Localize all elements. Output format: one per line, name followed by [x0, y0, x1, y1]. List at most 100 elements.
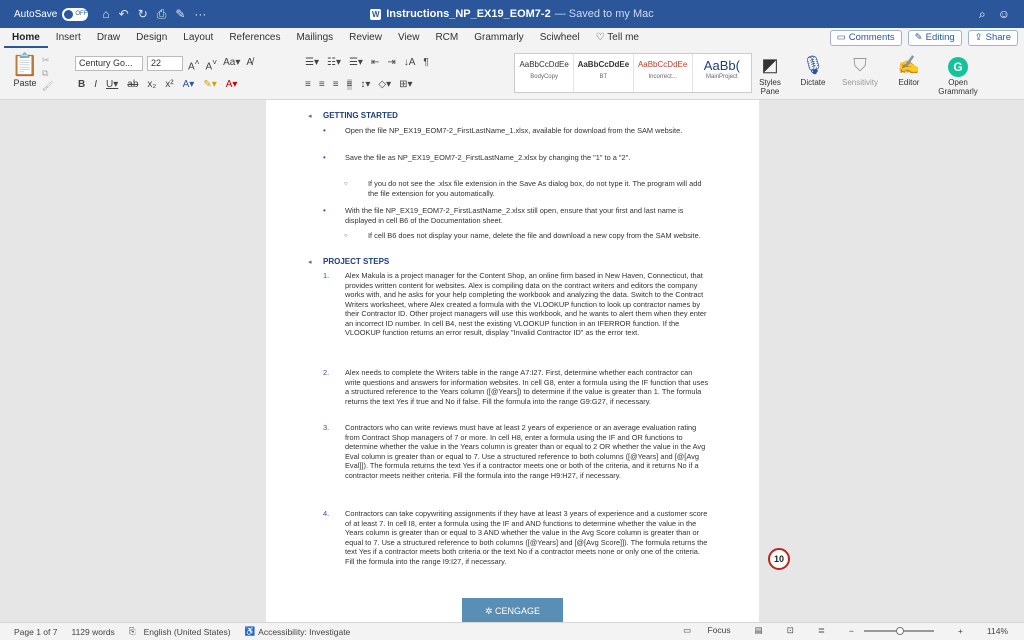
font-color-icon[interactable]: A▾: [226, 79, 238, 90]
bold-icon[interactable]: B: [78, 79, 85, 90]
account-icon[interactable]: ☺: [998, 7, 1010, 22]
tell-me-label: Tell me: [607, 32, 639, 43]
line-spacing-icon[interactable]: ↕▾: [360, 79, 370, 90]
print-icon[interactable]: ⎙: [157, 7, 167, 22]
home-icon[interactable]: ⌂: [102, 7, 109, 22]
numbering-icon[interactable]: ☷▾: [327, 57, 341, 68]
style-bt[interactable]: AaBbCcDdEe BT: [574, 54, 634, 92]
align-right-icon[interactable]: ≡: [333, 79, 339, 90]
tab-sciwheel[interactable]: Sciwheel: [532, 28, 588, 48]
accessibility-icon: ♿: [244, 626, 256, 636]
dictate-button[interactable]: 🎙 Dictate: [797, 52, 829, 87]
shading-icon[interactable]: ◇▾: [378, 79, 391, 90]
editor-button[interactable]: ✍ Editor: [893, 52, 925, 87]
copy-icon[interactable]: ⧉: [42, 67, 53, 80]
tab-design[interactable]: Design: [128, 28, 175, 48]
page-count[interactable]: Page 1 of 7: [14, 627, 57, 637]
document-page[interactable]: ◂ GETTING STARTED • Open the file NP_EX1…: [266, 100, 759, 622]
saved-status: — Saved to my Mac: [554, 8, 654, 20]
comments-button[interactable]: ▭ Comments: [829, 30, 902, 46]
grammarly-suggestion-badge[interactable]: 10: [768, 548, 790, 570]
style-mainproject[interactable]: AaBb(MainProject: [693, 54, 751, 92]
autosave-toggle[interactable]: OFF: [62, 7, 89, 21]
sensitivity-button[interactable]: ⛉ Sensitivity: [840, 52, 880, 87]
more-icon[interactable]: ···: [194, 7, 206, 22]
word-count[interactable]: 1129 words: [71, 627, 114, 637]
accessibility-status[interactable]: Accessibility: Investigate: [258, 627, 350, 637]
font-name-select[interactable]: Century Go...: [75, 56, 143, 71]
zoom-slider-thumb[interactable]: [895, 626, 904, 635]
proofing-icon[interactable]: ⎘: [129, 626, 136, 637]
bullets-icon[interactable]: ☰▾: [305, 57, 319, 68]
paste-button[interactable]: 📋 Paste: [10, 52, 40, 88]
highlight-icon[interactable]: ✎▾: [203, 79, 216, 90]
subscript-icon[interactable]: x₂: [147, 79, 156, 90]
ribbon: 📋 Paste ✂ ⧉ 🖌 Century Go... 22 A˄ A˅ Aa▾…: [0, 48, 1024, 100]
multilevel-icon[interactable]: ☰▾: [349, 57, 363, 68]
sensitivity-label: Sensitivity: [841, 78, 878, 87]
quick-access-toolbar: ⌂ ↶ ↻ ⎙ ✎ ···: [102, 7, 206, 22]
grow-font-icon[interactable]: A˄: [188, 57, 200, 72]
clipboard-tools: ✂ ⧉ 🖌: [42, 54, 53, 93]
share-button[interactable]: ⇪ Share: [967, 30, 1018, 46]
text-effects-icon[interactable]: A▾: [183, 79, 195, 90]
cut-icon[interactable]: ✂: [42, 54, 53, 67]
zoom-level[interactable]: 114%: [987, 626, 1008, 636]
outline-icon[interactable]: ≣: [818, 625, 825, 636]
tell-me[interactable]: ♡ Tell me: [588, 28, 647, 48]
tab-rcm[interactable]: RCM: [427, 28, 466, 48]
undo-icon[interactable]: ↶: [119, 7, 129, 22]
title-bar: AutoSave OFF ⌂ ↶ ↻ ⎙ ✎ ··· W Instruction…: [0, 0, 1024, 28]
format-painter-icon[interactable]: 🖌: [42, 80, 53, 93]
strikethrough-icon[interactable]: ab: [127, 79, 138, 90]
italic-icon[interactable]: I: [94, 79, 97, 90]
decrease-indent-icon[interactable]: ⇤: [371, 57, 379, 68]
tab-references[interactable]: References: [221, 28, 288, 48]
editor-icon: ✍: [897, 55, 921, 75]
tab-view[interactable]: View: [390, 28, 428, 48]
borders-icon[interactable]: ⊞▾: [399, 79, 412, 90]
open-grammarly-button[interactable]: G Open Grammarly: [934, 52, 982, 96]
print-layout-icon[interactable]: ▤: [755, 625, 763, 636]
tab-draw[interactable]: Draw: [89, 28, 128, 48]
sort-icon[interactable]: ↓A: [404, 57, 416, 68]
styles-pane-button[interactable]: ◩ Styles Pane: [756, 52, 784, 96]
tab-review[interactable]: Review: [341, 28, 390, 48]
editing-button[interactable]: ✎ Editing: [907, 30, 962, 46]
shrink-font-icon[interactable]: A˅: [206, 57, 218, 72]
underline-icon[interactable]: U▾: [106, 79, 118, 90]
justify-icon[interactable]: ≡: [346, 79, 353, 90]
focus-button[interactable]: ▭ Focus: [669, 625, 731, 636]
language[interactable]: English (United States): [144, 627, 231, 637]
focus-label: Focus: [707, 625, 731, 635]
search-icon[interactable]: ⌕: [979, 7, 986, 22]
increase-indent-icon[interactable]: ⇥: [387, 57, 395, 68]
tab-mailings[interactable]: Mailings: [288, 28, 341, 48]
tab-layout[interactable]: Layout: [175, 28, 221, 48]
collapse-icon[interactable]: ◂: [308, 112, 312, 122]
editing-label: Editing: [925, 32, 955, 43]
superscript-icon[interactable]: x²: [165, 79, 173, 90]
clear-format-icon[interactable]: A̸: [246, 57, 253, 72]
pilcrow-icon[interactable]: ¶: [423, 57, 428, 68]
style-incorrect[interactable]: AaBbCcDdEe Incorrect...: [634, 54, 693, 92]
align-center-icon[interactable]: ≡: [319, 79, 325, 90]
change-case-icon[interactable]: Aa▾: [223, 57, 240, 72]
gs-item-2a: If you do not see the .xlsx file extensi…: [368, 179, 702, 198]
edit-icon[interactable]: ✎: [175, 7, 185, 22]
zoom-slider[interactable]: [863, 626, 934, 635]
autosave-control[interactable]: AutoSave OFF: [14, 7, 89, 21]
zoom-out-icon[interactable]: −: [849, 626, 854, 636]
step-3-text: Contractors who can write reviews must h…: [345, 423, 706, 480]
zoom-in-icon[interactable]: +: [958, 626, 963, 636]
style-bodycopy[interactable]: AaBbCcDdEe BodyCopy: [515, 54, 575, 92]
tab-home[interactable]: Home: [4, 28, 48, 48]
redo-icon[interactable]: ↻: [138, 7, 148, 22]
gs-item-1: Open the file NP_EX19_EOM7-2_FirstLastNa…: [345, 126, 683, 135]
tab-insert[interactable]: Insert: [48, 28, 89, 48]
font-size-select[interactable]: 22: [147, 56, 183, 71]
align-left-icon[interactable]: ≡: [305, 79, 311, 90]
web-layout-icon[interactable]: ⊡: [787, 625, 794, 636]
tab-grammarly[interactable]: Grammarly: [466, 28, 531, 48]
collapse-icon[interactable]: ◂: [308, 258, 312, 268]
